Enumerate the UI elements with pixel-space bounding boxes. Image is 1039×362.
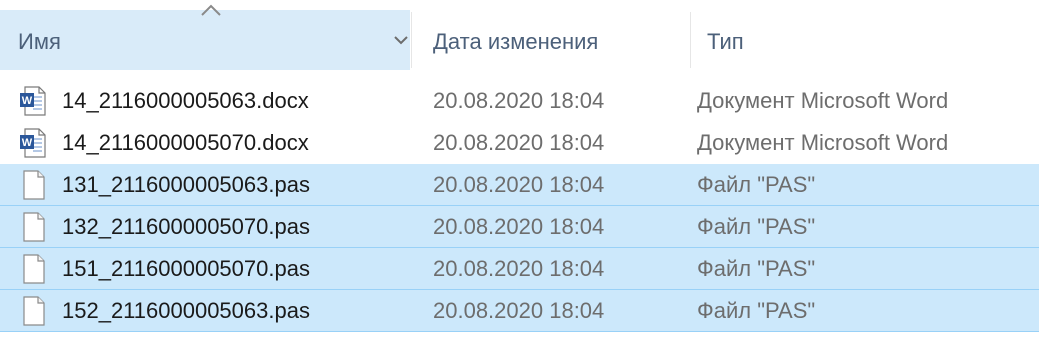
file-date: 20.08.2020 18:04 — [433, 172, 605, 197]
svg-text:W: W — [22, 137, 33, 149]
file-type: Файл "PAS" — [697, 256, 816, 281]
column-divider[interactable] — [690, 12, 691, 68]
file-name: 152_2116000005063.pas — [62, 298, 310, 323]
blank-file-icon — [19, 296, 47, 326]
file-name: 131_2116000005063.pas — [62, 172, 310, 197]
column-divider[interactable] — [411, 12, 412, 68]
file-date: 20.08.2020 18:04 — [433, 298, 605, 323]
file-name: 151_2116000005070.pas — [62, 256, 310, 281]
word-document-icon: W — [19, 128, 47, 158]
chevron-down-icon[interactable] — [390, 29, 412, 51]
file-date: 20.08.2020 18:04 — [433, 88, 605, 113]
file-type: Файл "PAS" — [697, 172, 816, 197]
file-name: 14_2116000005070.docx — [62, 130, 309, 155]
blank-file-icon — [19, 170, 47, 200]
type-column-header[interactable]: Тип — [707, 26, 1037, 58]
file-date: 20.08.2020 18:04 — [433, 256, 605, 281]
file-row[interactable]: W 14_2116000005063.docx 20.08.2020 18:04… — [0, 80, 1039, 122]
file-date: 20.08.2020 18:04 — [433, 130, 605, 155]
word-document-icon: W — [19, 86, 47, 116]
file-type: Документ Microsoft Word — [697, 88, 949, 113]
file-row[interactable]: 132_2116000005070.pas 20.08.2020 18:04 Ф… — [0, 206, 1039, 248]
name-column-label: Имя — [18, 29, 61, 54]
file-row[interactable]: 131_2116000005063.pas 20.08.2020 18:04 Ф… — [0, 164, 1039, 206]
file-date: 20.08.2020 18:04 — [433, 214, 605, 239]
file-name: 132_2116000005070.pas — [62, 214, 310, 239]
file-type: Файл "PAS" — [697, 214, 816, 239]
blank-file-icon — [19, 254, 47, 284]
sort-ascending-icon — [201, 4, 221, 16]
file-row[interactable]: W 14_2116000005070.docx 20.08.2020 18:04… — [0, 122, 1039, 164]
blank-file-icon — [19, 212, 47, 242]
file-name: 14_2116000005063.docx — [62, 88, 309, 113]
file-type: Файл "PAS" — [697, 298, 816, 323]
column-header-bar: Имя Дата изменения Тип — [0, 0, 1039, 80]
file-row[interactable]: 152_2116000005063.pas 20.08.2020 18:04 Ф… — [0, 290, 1039, 332]
file-row[interactable]: 151_2116000005070.pas 20.08.2020 18:04 Ф… — [0, 248, 1039, 290]
date-column-header[interactable]: Дата изменения — [433, 26, 683, 58]
svg-text:W: W — [22, 95, 33, 107]
file-type: Документ Microsoft Word — [697, 130, 949, 155]
